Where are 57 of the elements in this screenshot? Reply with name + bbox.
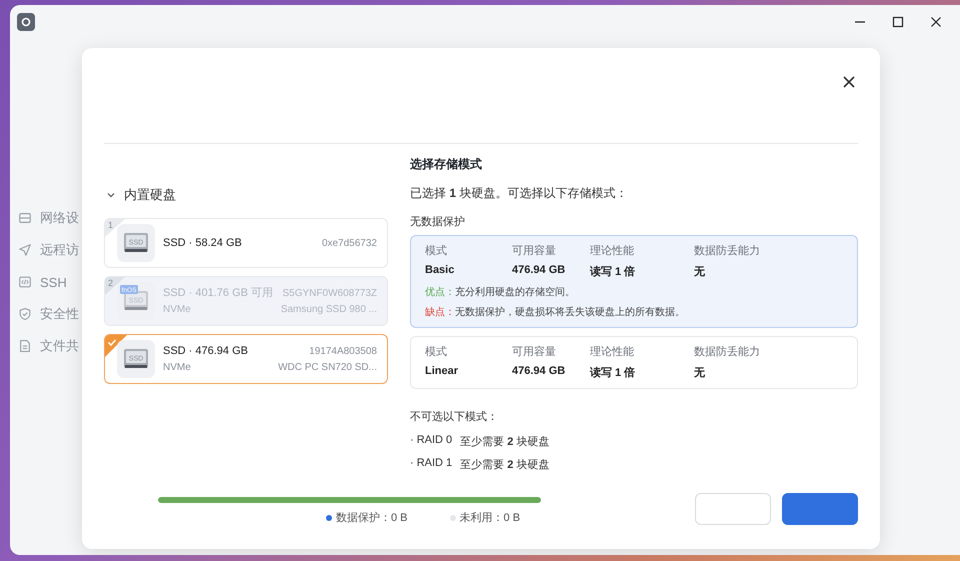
mode-name: · RAID 0 — [410, 434, 452, 448]
close-icon[interactable] — [930, 16, 942, 28]
sidebar-item[interactable]: SSH — [40, 274, 67, 290]
section-title: 选择存储模式 — [410, 156, 483, 173]
legend-label: 未利用：0 B — [460, 511, 520, 525]
shield-icon — [18, 307, 32, 321]
field-value: 读写 1 倍 — [590, 366, 636, 380]
field-label: 数据防丢能力 — [694, 244, 761, 258]
field-label: 模式 — [425, 244, 448, 258]
app-icon[interactable] — [17, 13, 35, 31]
summary-text: 已选择 1 块硬盘。可选择以下存储模式： — [410, 185, 628, 202]
disk-model: WDC PC SN720 SD... — [278, 360, 377, 374]
legend-label: 数据保护：0 B — [336, 510, 408, 525]
disadvantage-text: 缺点：无数据保护，硬盘损坏将丢失该硬盘上的所有数据。 — [425, 306, 686, 319]
send-icon — [18, 243, 32, 257]
field-value: Basic — [425, 264, 456, 278]
field-label: 理论性能 — [590, 244, 635, 258]
disk-title: SSD · 476.94 GB — [163, 344, 249, 358]
field-value: 无 — [694, 366, 706, 380]
mode-name: · RAID 1 — [410, 457, 452, 471]
sidebar-item[interactable]: 远程访 — [40, 241, 79, 259]
group-title: 内置硬盘 — [124, 186, 176, 204]
disk-interface: NVMe — [163, 361, 192, 374]
code-icon — [18, 275, 32, 289]
field-value: Linear — [425, 365, 460, 379]
sidebar-item[interactable]: 安全性 — [40, 305, 79, 323]
disk-serial: 0xe7d56732 — [322, 236, 377, 250]
requirement-text: 至少需要 2 块硬盘 — [460, 458, 550, 472]
section-label: 无数据保护 — [410, 214, 466, 229]
field-value: 无 — [694, 265, 706, 279]
document-icon — [18, 339, 32, 353]
unavailable-title: 不可选以下模式： — [410, 410, 499, 424]
check-corner-icon — [105, 335, 127, 357]
field-label: 理论性能 — [590, 345, 635, 359]
disk-serial: 19174A803508 — [309, 344, 377, 358]
field-label: 可用容量 — [512, 344, 557, 359]
requirement-text: 至少需要 2 块硬盘 — [460, 435, 550, 449]
field-label: 可用容量 — [512, 244, 557, 258]
disk-interface: NVMe — [163, 303, 192, 316]
field-label: 模式 — [425, 345, 448, 359]
field-value: 476.94 GB — [512, 365, 566, 379]
field-value: 读写 1 倍 — [590, 264, 636, 279]
mode-card[interactable]: 模式 可用容量 理论性能 数据防丢能力 Linear 476.94 GB 读写 1 倍 无 — [410, 336, 858, 389]
sidebar-item[interactable]: 文件共 — [40, 337, 79, 355]
chevron-icon[interactable] — [106, 190, 116, 200]
disk-model: Samsung SSD 980 ... — [280, 302, 377, 316]
disk-serial: S5GYNF0W608773Z — [282, 286, 377, 300]
close-button[interactable] — [842, 75, 856, 89]
disk-title: SSD · 58.24 GB — [163, 236, 243, 250]
field-label: 数据防丢能力 — [694, 345, 761, 359]
advantage-text: 优点：充分利用硬盘的存储空间。 — [425, 286, 576, 299]
field-value: 476.94 GB — [512, 264, 566, 278]
sidebar-item[interactable]: 网络设 — [40, 209, 79, 227]
disk-title: SSD · 401.76 GB 可用 — [163, 286, 273, 300]
maximize-icon[interactable] — [892, 16, 904, 28]
window-icon — [18, 211, 32, 225]
mode-card[interactable]: 模式 可用容量 理论性能 数据防丢能力 Basic 476.94 GB 读写 1 倍 无 优点：充分利用硬盘的存储空间。 缺点：无数据保护，硬盘损坏将丢失该硬盘上的所有数据。 — [410, 235, 858, 328]
